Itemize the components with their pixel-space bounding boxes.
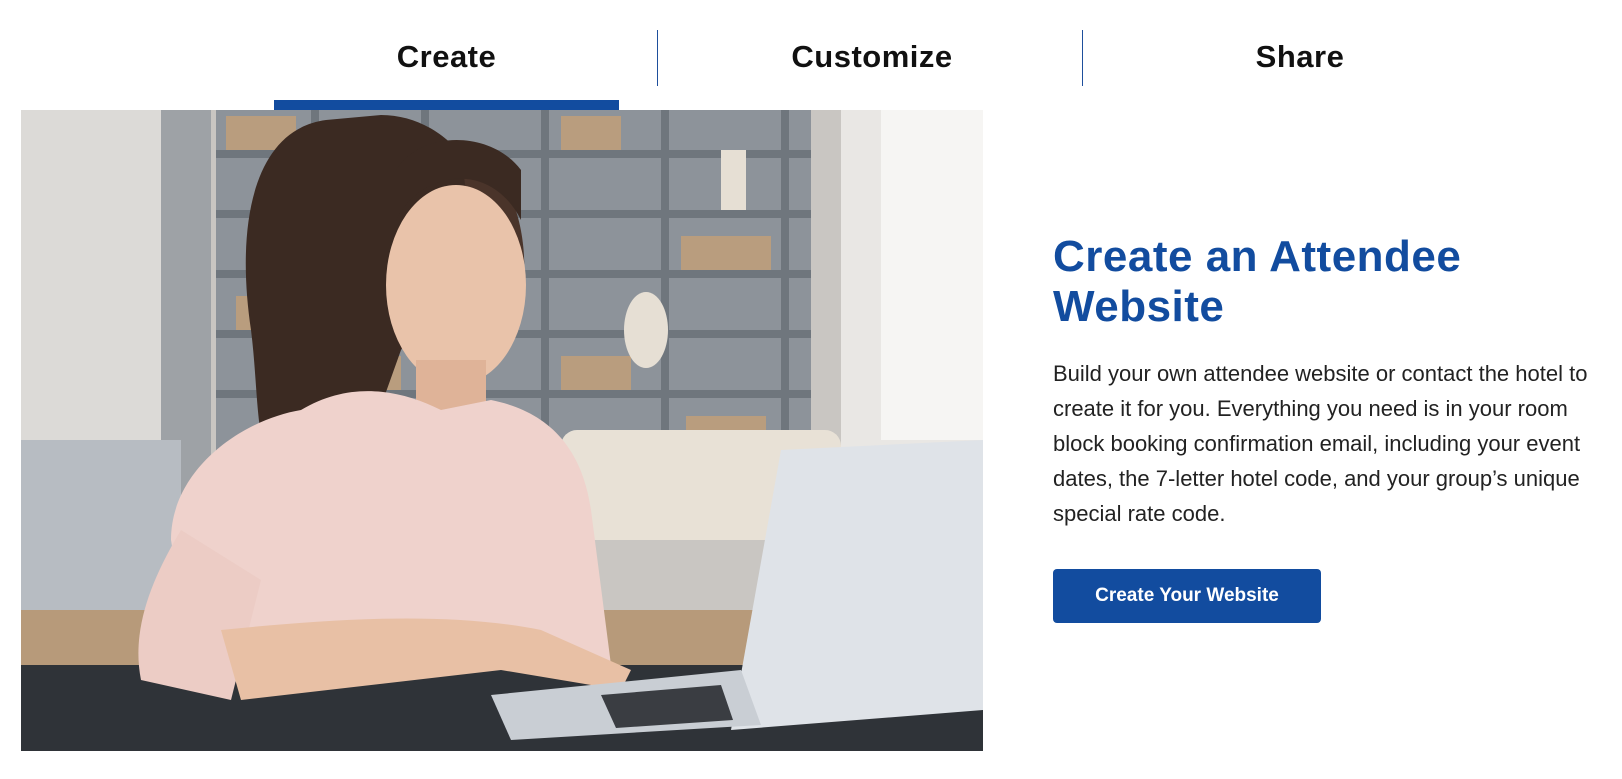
step-tabs: Create Customize Share [0, 0, 1622, 110]
page-title: Create an Attendee Website [1053, 232, 1462, 331]
hero-content: Create an Attendee Website Build your ow… [1053, 232, 1613, 623]
hero-description: Build your own attendee website or conta… [1053, 361, 1588, 526]
tab-divider [1082, 30, 1083, 86]
tab-divider [657, 30, 658, 86]
hero-photo [21, 110, 983, 751]
tab-customize[interactable]: Customize [662, 0, 1082, 110]
tab-share[interactable]: Share [1090, 0, 1510, 110]
hero-photo-illustration [21, 110, 983, 751]
active-tab-indicator [274, 100, 619, 110]
tab-create-label: Create [396, 39, 497, 74]
create-website-button[interactable]: Create Your Website [1053, 569, 1321, 623]
tab-share-label: Share [1255, 39, 1345, 74]
tab-create[interactable]: Create [274, 0, 619, 110]
tab-customize-label: Customize [791, 39, 953, 74]
